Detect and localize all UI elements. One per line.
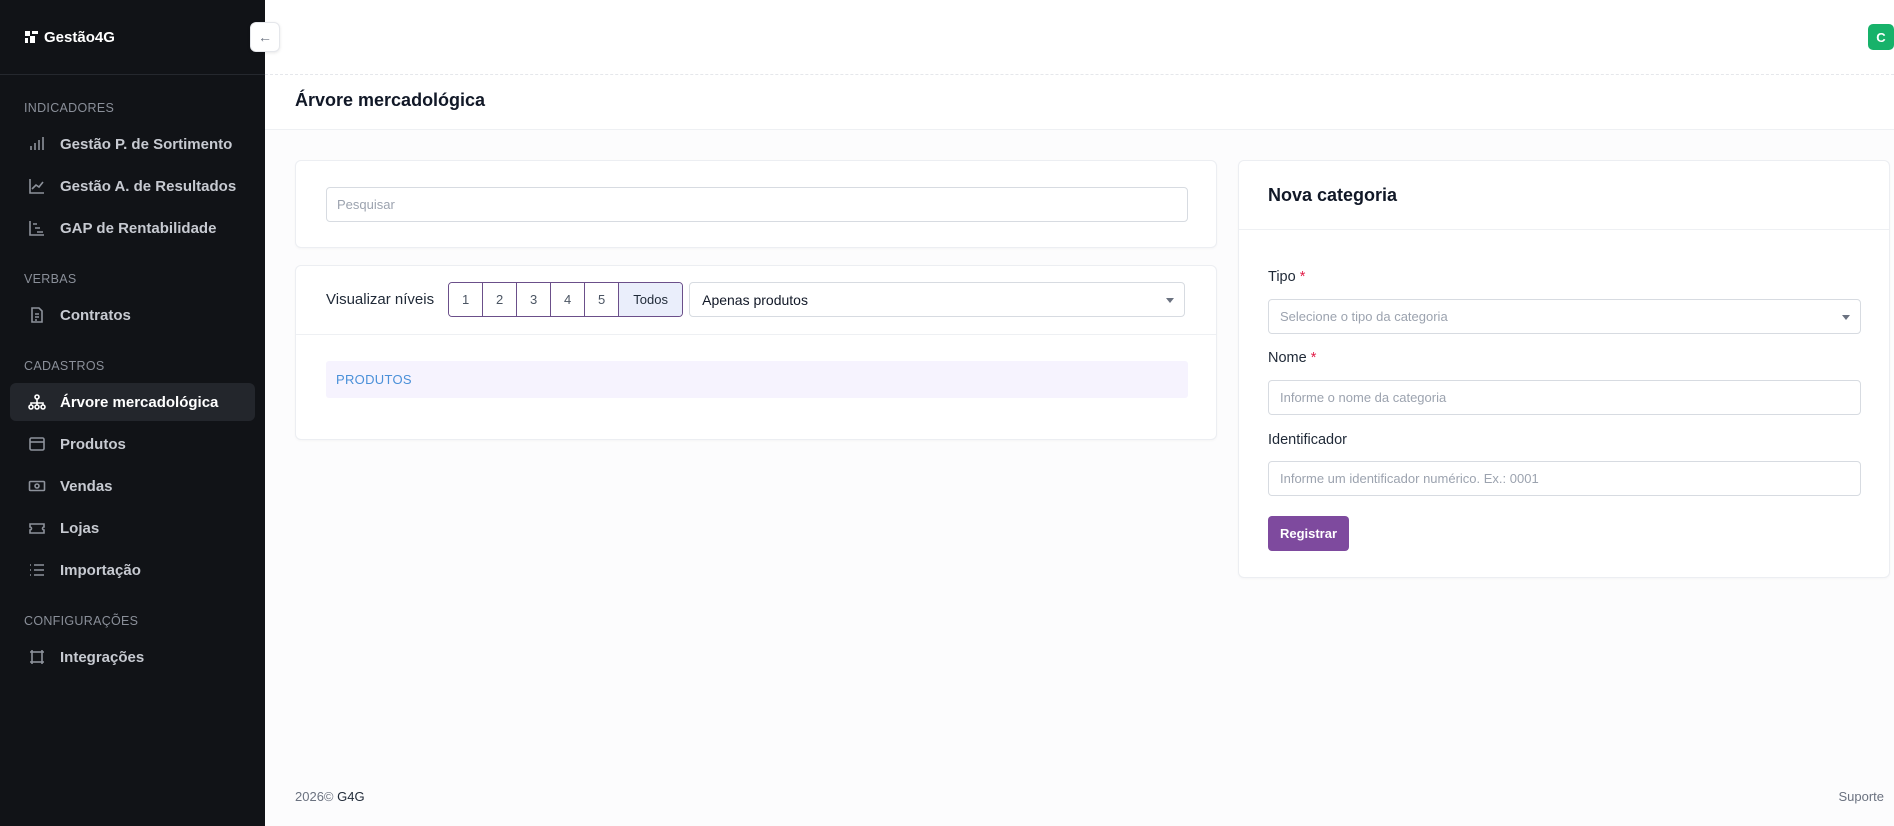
- sidebar-item-label: Árvore mercadológica: [60, 393, 219, 411]
- list-icon: [30, 564, 44, 576]
- sidebar-item-arvore-mercadologica[interactable]: Árvore mercadológica: [10, 383, 255, 421]
- nome-label: Nome *: [1268, 350, 1316, 366]
- sidebar-item-contratos[interactable]: Contratos: [10, 296, 255, 334]
- sidebar-nav: INDICADORES Gestão P. de Sortimento Gest…: [0, 75, 265, 676]
- sidebar-item-label: Vendas: [60, 477, 113, 495]
- tipo-label-text: Tipo: [1268, 269, 1296, 285]
- topbar: C: [265, 0, 1894, 75]
- levels-button-group: 1 2 3 4 5 Todos: [448, 282, 684, 317]
- avatar[interactable]: C: [1868, 24, 1894, 50]
- required-mark: *: [1310, 350, 1317, 366]
- tree-card: Visualizar níveis 1 2 3 4 5 Todos Apenas…: [295, 265, 1217, 440]
- document-icon: [31, 307, 43, 323]
- footer-copyright: 2026© G4G: [295, 789, 365, 804]
- filter-select-value: Apenas produtos: [702, 291, 808, 308]
- sidebar-item-label: Produtos: [60, 435, 126, 453]
- support-link[interactable]: Suporte: [1838, 789, 1884, 804]
- cash-icon: [28, 480, 46, 492]
- brand-name: Gestão4G: [44, 28, 115, 46]
- level-4-button[interactable]: 4: [551, 283, 586, 316]
- filter-select[interactable]: Apenas produtos: [689, 282, 1186, 317]
- nome-label-text: Nome: [1268, 350, 1307, 366]
- section-configuracoes: CONFIGURAÇÕES: [24, 614, 139, 628]
- sidebar-item-label: Contratos: [60, 306, 131, 324]
- footer-brand: G4G: [337, 789, 365, 804]
- ticket-icon: [29, 523, 45, 534]
- sidebar-item-gestao-sortimento[interactable]: Gestão P. de Sortimento: [10, 125, 255, 163]
- line-chart-icon: [29, 179, 44, 194]
- sidebar-item-importacao[interactable]: Importação: [10, 551, 255, 589]
- registrar-button[interactable]: Registrar: [1268, 516, 1349, 551]
- bar-chart-icon: [30, 137, 44, 150]
- sidebar-item-label: GAP de Rentabilidade: [60, 219, 217, 237]
- identificador-input[interactable]: [1268, 461, 1861, 496]
- caret-down-icon: [1842, 315, 1850, 320]
- tipo-select-placeholder: Selecione o tipo da categoria: [1280, 309, 1448, 324]
- page-header: Árvore mercadológica: [265, 75, 1894, 130]
- page-title: Árvore mercadológica: [295, 90, 486, 110]
- brand-logo[interactable]: Gestão4G: [24, 29, 115, 46]
- level-5-button[interactable]: 5: [585, 283, 620, 316]
- identificador-label: Identificador: [1268, 432, 1347, 448]
- footer-year: 2026©: [295, 789, 334, 804]
- collapse-sidebar-button[interactable]: ←: [250, 22, 280, 52]
- sidebar-item-gap-rentabilidade[interactable]: GAP de Rentabilidade: [10, 209, 255, 247]
- sidebar-item-label: Gestão P. de Sortimento: [60, 135, 233, 153]
- brand: Gestão4G: [0, 0, 265, 75]
- new-category-card: Nova categoria Tipo * Selecione o tipo d…: [1238, 160, 1890, 578]
- levels-toolbar: Visualizar níveis 1 2 3 4 5 Todos Apenas…: [326, 282, 1186, 317]
- sidebar-item-label: Integrações: [60, 648, 145, 666]
- tree-node-produtos[interactable]: PRODUTOS: [326, 361, 1188, 398]
- sidebar-item-vendas[interactable]: Vendas: [10, 467, 255, 505]
- section-verbas: VERBAS: [24, 272, 77, 286]
- divider: [1239, 229, 1889, 230]
- tipo-select[interactable]: Selecione o tipo da categoria: [1268, 299, 1861, 334]
- search-card: [295, 160, 1217, 248]
- section-indicadores: INDICADORES: [24, 101, 115, 115]
- sidebar-item-label: Importação: [60, 561, 141, 579]
- gantt-icon: [29, 221, 44, 236]
- arrow-left-icon: ←: [258, 29, 272, 45]
- section-cadastros: CADASTROS: [24, 359, 105, 373]
- search-input[interactable]: [326, 187, 1188, 222]
- sidebar-item-gestao-resultados[interactable]: Gestão A. de Resultados: [10, 167, 255, 205]
- frame-icon: [30, 650, 44, 664]
- sidebar-item-label: Lojas: [60, 519, 100, 537]
- level-1-button[interactable]: 1: [449, 283, 484, 316]
- hierarchy-icon: [28, 394, 46, 410]
- sidebar-item-label: Gestão A. de Resultados: [60, 177, 237, 195]
- required-mark: *: [1299, 269, 1306, 285]
- level-2-button[interactable]: 2: [483, 283, 518, 316]
- levels-label: Visualizar níveis: [326, 291, 435, 308]
- sidebar: Gestão4G INDICADORES Gestão P. de Sortim…: [0, 0, 265, 826]
- divider: [296, 334, 1216, 335]
- sidebar-item-lojas[interactable]: Lojas: [10, 509, 255, 547]
- level-all-button[interactable]: Todos: [619, 283, 683, 316]
- level-3-button[interactable]: 3: [517, 283, 552, 316]
- sidebar-item-produtos[interactable]: Produtos: [10, 425, 255, 463]
- nome-input[interactable]: [1268, 380, 1861, 415]
- tipo-label: Tipo *: [1268, 269, 1305, 285]
- box-icon: [29, 437, 45, 451]
- logo-icon: [25, 31, 38, 43]
- sidebar-item-integracoes[interactable]: Integrações: [10, 638, 255, 676]
- form-title: Nova categoria: [1268, 185, 1398, 205]
- caret-down-icon: [1166, 298, 1175, 303]
